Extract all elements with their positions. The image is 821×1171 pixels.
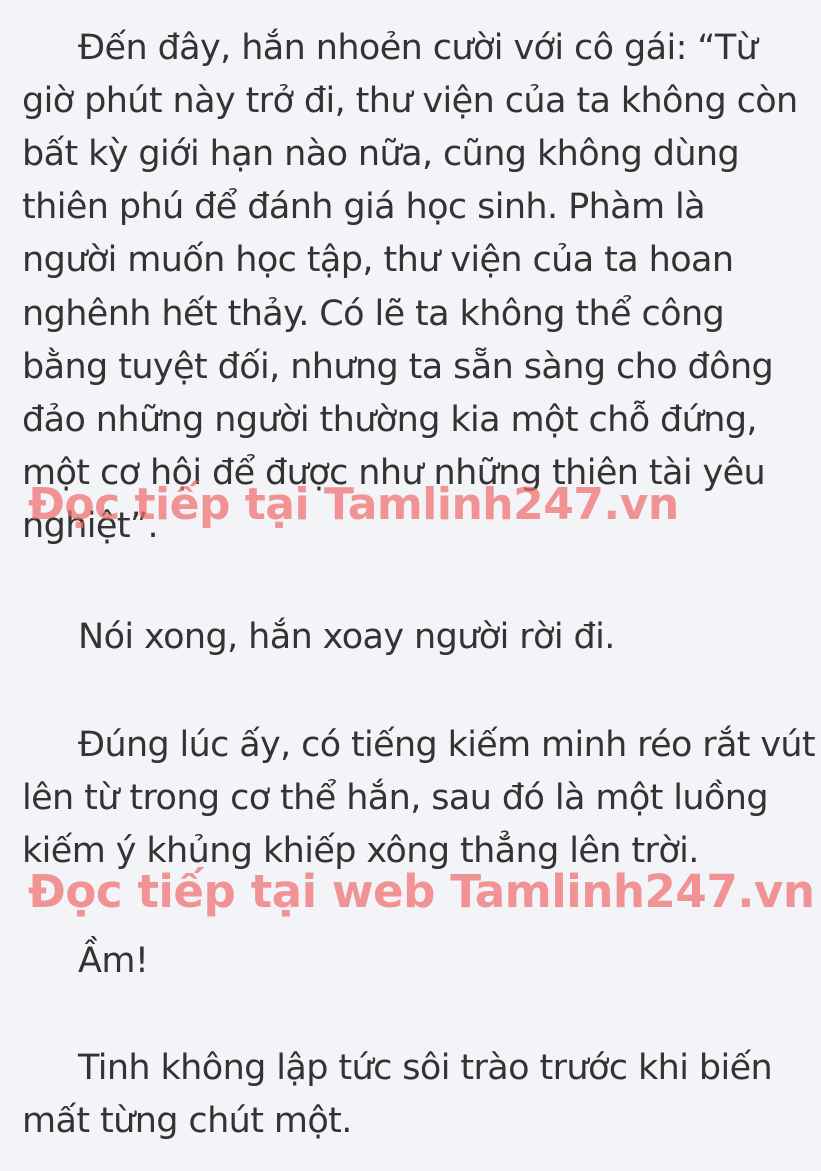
text-line: giờ phút này trở đi, thư viện của ta khô…	[22, 81, 798, 121]
reader-page: Đến đây, hắn nhoẻn cười với cô gái: “Từ …	[0, 0, 821, 1171]
text-line: Đúng lúc ấy, có tiếng kiếm minh réo rắt …	[78, 725, 816, 765]
text-line: bằng tuyệt đối, nhưng ta sẵn sàng cho đô…	[22, 347, 774, 387]
watermark-text: Đọc tiếp tại web Tamlinh247.vn	[28, 865, 815, 918]
text-line: nghênh hết thảy. Có lẽ ta không thể công	[22, 294, 725, 334]
text-line: thiên phú để đánh giá học sinh. Phàm là	[22, 187, 706, 227]
text-line: bất kỳ giới hạn nào nữa, cũng không dùng	[22, 134, 740, 174]
text-line: Tinh không lập tức sôi trào trước khi bi…	[78, 1048, 773, 1088]
text-line: người muốn học tập, thư viện của ta hoan	[22, 240, 734, 280]
text-line: đảo những người thường kia một chỗ đứng,	[22, 400, 758, 440]
text-line: Đến đây, hắn nhoẻn cười với cô gái: “Từ	[78, 28, 758, 68]
text-line: mất từng chút một.	[22, 1101, 352, 1141]
text-line: Nói xong, hắn xoay người rời đi.	[78, 617, 615, 657]
watermark-text: Đọc tiếp tại Tamlinh247.vn	[28, 479, 679, 530]
text-line: lên từ trong cơ thể hắn, sau đó là một l…	[22, 778, 769, 818]
text-line: Ầm!	[78, 941, 149, 981]
